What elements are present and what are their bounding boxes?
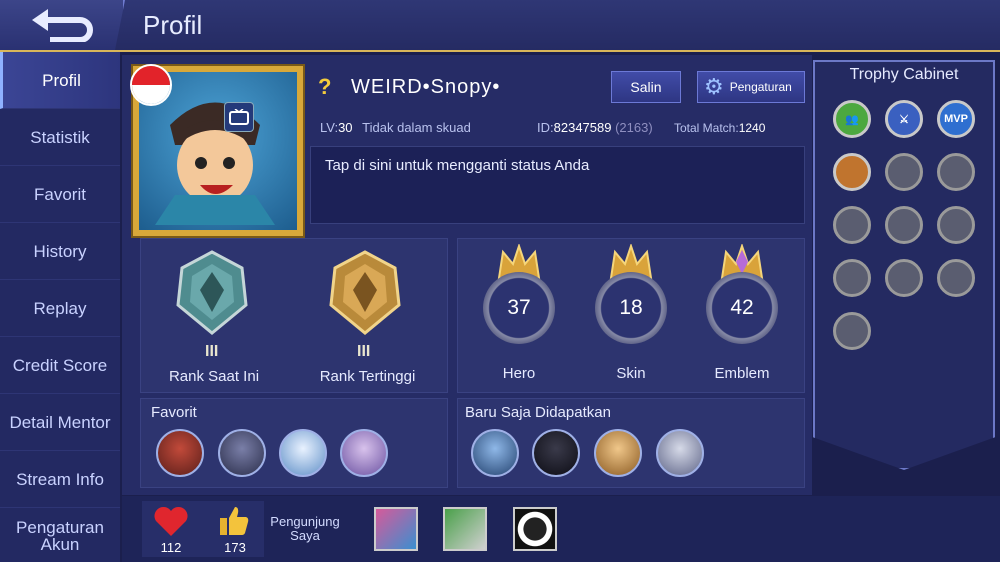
player-name: WEIRD•Snopy• <box>351 76 501 98</box>
total-match-value: 1240 <box>738 121 766 135</box>
visitor-3-avatar[interactable] <box>513 507 557 551</box>
settings-button[interactable]: ⚙ Pengaturan <box>697 71 805 103</box>
trophy-sword-icon[interactable]: ⚔ <box>885 100 923 138</box>
trophy-mvp-icon[interactable]: MVP <box>937 100 975 138</box>
id-line: ID:82347589 (2163) <box>537 120 653 135</box>
visitors-label: Pengunjung Saya <box>270 514 340 543</box>
sidebar-item-pengaturan-akun[interactable]: Pengaturan Akun <box>15 508 105 562</box>
recent-hero-2-avatar[interactable] <box>532 429 580 477</box>
level-value: 30 <box>338 120 353 135</box>
sidebar-item-statistik[interactable]: Statistik <box>0 109 120 166</box>
favorite-title: Favorit <box>151 404 197 421</box>
gear-icon: ⚙ <box>704 74 724 99</box>
likes-count: 112 <box>160 540 182 555</box>
rank-current-tier: III <box>205 343 219 360</box>
thumbs-up-icon[interactable] <box>218 505 250 537</box>
rank-highest-badge-icon[interactable] <box>325 250 405 335</box>
recent-hero-1-avatar[interactable] <box>471 429 519 477</box>
favorite-hero-4-avatar[interactable] <box>340 429 388 477</box>
tv-icon[interactable] <box>224 102 254 132</box>
rank-highest-tier: III <box>357 343 371 360</box>
thumbs-count: 173 <box>224 540 246 555</box>
back-button[interactable] <box>0 0 125 50</box>
trophy-locked-6-icon[interactable] <box>937 206 975 244</box>
trophy-locked-9-icon[interactable] <box>937 259 975 297</box>
squad-status: Tidak dalam skuad <box>362 120 471 135</box>
total-match-line: Total Match:1240 <box>674 121 765 135</box>
player-id: 82347589 <box>553 120 612 135</box>
trophy-locked-8-icon[interactable] <box>885 259 923 297</box>
rank-current-badge-icon[interactable] <box>172 250 252 335</box>
avatar <box>155 102 275 225</box>
trophy-locked-3-icon[interactable] <box>937 153 975 191</box>
level-line: LV:30 Tidak dalam skuad <box>320 120 471 135</box>
server-id: (2163) <box>615 120 653 135</box>
id-label: ID: <box>537 120 554 135</box>
copy-button[interactable]: Salin <box>611 71 681 103</box>
recent-title: Baru Saja Didapatkan <box>465 404 611 421</box>
sidebar-item-stream-info[interactable]: Stream Info <box>0 451 120 508</box>
favorite-hero-3-avatar[interactable] <box>279 429 327 477</box>
emblem-count[interactable]: 42 <box>706 272 778 344</box>
trophy-locked-5-icon[interactable] <box>885 206 923 244</box>
rank-highest-label: Rank Tertinggi <box>319 368 416 385</box>
page-title: Profil <box>143 10 203 40</box>
skin-count[interactable]: 18 <box>595 272 667 344</box>
sidebar-item-favorit[interactable]: Favorit <box>0 166 120 223</box>
settings-button-label: Pengaturan <box>729 80 792 94</box>
back-arrow-icon <box>32 9 93 42</box>
recent-hero-3-avatar[interactable] <box>594 429 642 477</box>
trophy-locked-7-icon[interactable] <box>833 259 871 297</box>
sidebar-item-history[interactable]: History <box>0 223 120 280</box>
level-label: LV: <box>320 120 339 135</box>
total-match-label: Total Match: <box>674 121 739 135</box>
favorite-hero-2-avatar[interactable] <box>218 429 266 477</box>
visitor-2-avatar[interactable] <box>443 507 487 551</box>
sidebar-item-detail-mentor[interactable]: Detail Mentor <box>0 394 120 451</box>
trophy-locked-4-icon[interactable] <box>833 206 871 244</box>
heart-icon[interactable] <box>153 506 189 538</box>
visitor-1-avatar[interactable] <box>374 507 418 551</box>
trophy-locked-2-icon[interactable] <box>885 153 923 191</box>
indonesia-flag-icon <box>130 64 172 106</box>
rank-current-label: Rank Saat Ini <box>168 368 260 385</box>
trophy-shield-icon[interactable] <box>833 153 871 191</box>
hero-label: Hero <box>502 365 536 382</box>
trophy-squad-icon[interactable]: 👥 <box>833 100 871 138</box>
hero-count[interactable]: 37 <box>483 272 555 344</box>
status-input[interactable]: Tap di sini untuk mengganti status Anda <box>310 146 805 224</box>
favorite-hero-1-avatar[interactable] <box>156 429 204 477</box>
sidebar-item-profil[interactable]: Profil <box>0 52 120 109</box>
sidebar-item-replay[interactable]: Replay <box>0 280 120 337</box>
skin-label: Skin <box>616 365 646 382</box>
trophy-locked-10-icon[interactable] <box>833 312 871 350</box>
sidebar: Profil Statistik Favorit History Replay … <box>0 52 120 562</box>
status-question-icon[interactable]: ? <box>318 74 331 100</box>
trophy-cabinet-title: Trophy Cabinet <box>849 66 959 83</box>
emblem-label: Emblem <box>714 365 770 382</box>
sidebar-item-credit-score[interactable]: Credit Score <box>0 337 120 394</box>
recent-hero-4-avatar[interactable] <box>656 429 704 477</box>
